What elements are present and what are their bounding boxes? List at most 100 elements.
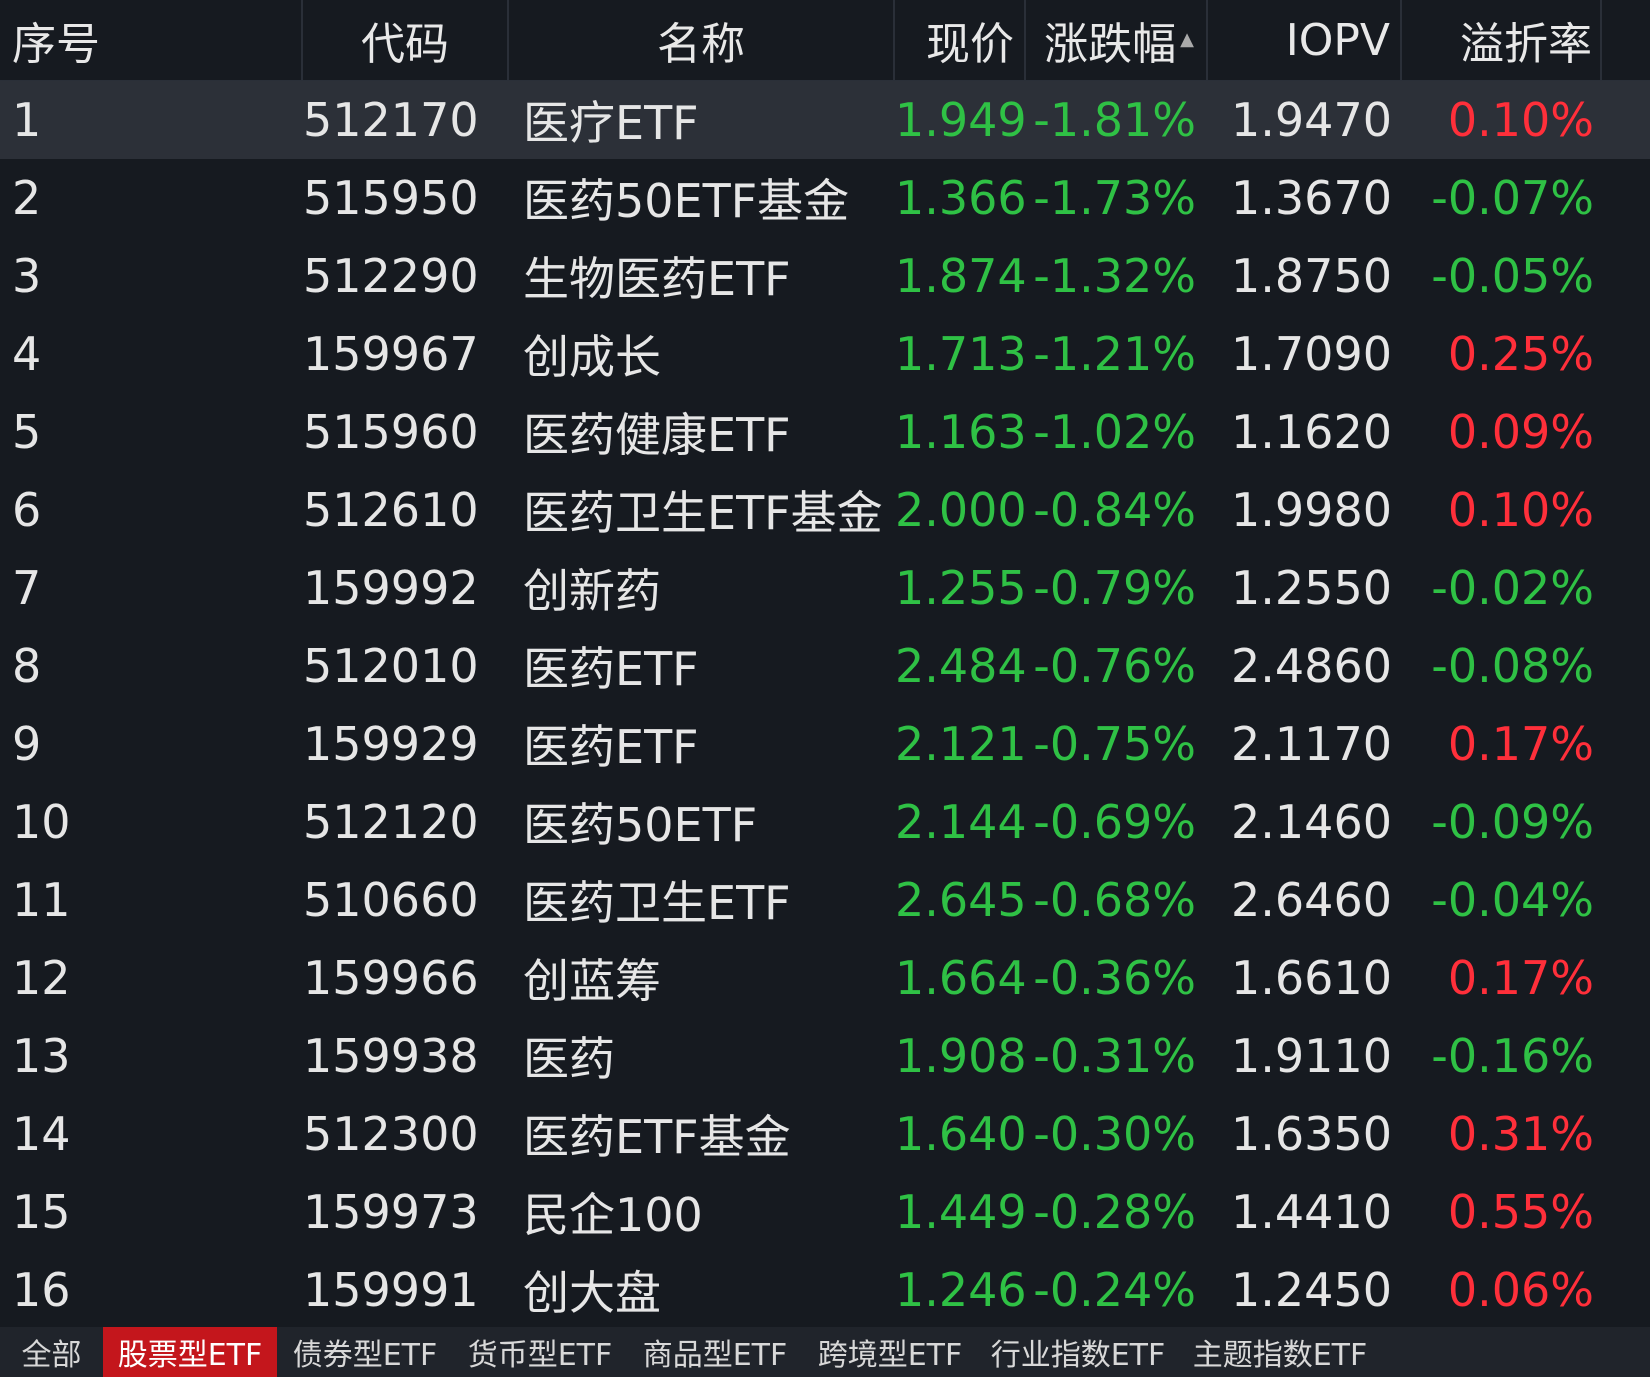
cell-change: -0.31% — [1033, 1029, 1196, 1083]
cell-index: 3 — [12, 249, 42, 303]
tab-4[interactable]: 商品型ETF — [627, 1327, 803, 1377]
cell-code: 512610 — [303, 483, 479, 537]
table-row[interactable]: 11 510660 医药卫生ETF 2.645 -0.68% 2.6460 -0.04% — [0, 861, 1650, 939]
cell-name: 医药卫生ETF基金 — [523, 486, 883, 540]
cell-code: 510660 — [303, 873, 479, 927]
cell-index: 2 — [12, 171, 42, 225]
cell-index: 4 — [12, 327, 42, 381]
cell-price: 1.874 — [895, 249, 1027, 303]
tab-3[interactable]: 货币型ETF — [453, 1327, 627, 1377]
table-row[interactable]: 8 512010 医药ETF 2.484 -0.76% 2.4860 -0.08% — [0, 627, 1650, 705]
tab-7[interactable]: 主题指数ETF — [1179, 1327, 1381, 1377]
cell-index: 7 — [12, 561, 42, 615]
cell-premium: -0.02% — [1431, 561, 1594, 615]
cell-iopv: 1.2550 — [1231, 561, 1392, 615]
cell-price: 1.664 — [895, 951, 1027, 1005]
table-row[interactable]: 2 515950 医药50ETF基金 1.366 -1.73% 1.3670 -0.07% — [0, 159, 1650, 237]
cell-index: 9 — [12, 717, 42, 771]
cell-premium: 0.17% — [1447, 951, 1594, 1005]
cell-change: -1.32% — [1033, 249, 1196, 303]
cell-premium: 0.10% — [1447, 93, 1594, 147]
column-header-name[interactable]: 名称 — [509, 0, 895, 80]
column-header-code[interactable]: 代码 — [303, 0, 509, 80]
column-header-index[interactable]: 序号 — [0, 0, 303, 80]
cell-index: 5 — [12, 405, 42, 459]
cell-price: 2.645 — [895, 873, 1027, 927]
cell-premium: 0.10% — [1447, 483, 1594, 537]
column-header-premium[interactable]: 溢折率 — [1402, 0, 1602, 80]
cell-name: 创蓝筹 — [523, 954, 661, 1008]
table-row[interactable]: 6 512610 医药卫生ETF基金 2.000 -0.84% 1.9980 0.10% — [0, 471, 1650, 549]
cell-price: 1.640 — [895, 1107, 1027, 1161]
cell-change: -0.69% — [1033, 795, 1196, 849]
table-row[interactable]: 12 159966 创蓝筹 1.664 -0.36% 1.6610 0.17% — [0, 939, 1650, 1017]
cell-price: 1.449 — [895, 1185, 1027, 1239]
sort-up-icon: ▲ — [1180, 29, 1194, 50]
cell-iopv: 2.6460 — [1231, 873, 1392, 927]
cell-name: 生物医药ETF — [523, 252, 791, 306]
cell-change: -0.75% — [1033, 717, 1196, 771]
cell-premium: -0.04% — [1431, 873, 1594, 927]
cell-premium: -0.09% — [1431, 795, 1594, 849]
table-header: 序号 代码 名称 现价 涨跌幅 ▲ IOPV 溢折率 — [0, 0, 1650, 81]
cell-code: 159973 — [303, 1185, 479, 1239]
cell-name: 创成长 — [523, 330, 661, 384]
table-row[interactable]: 7 159992 创新药 1.255 -0.79% 1.2550 -0.02% — [0, 549, 1650, 627]
cell-code: 515960 — [303, 405, 479, 459]
table-row[interactable]: 3 512290 生物医药ETF 1.874 -1.32% 1.8750 -0.05% — [0, 237, 1650, 315]
cell-index: 13 — [12, 1029, 71, 1083]
cell-premium: 0.09% — [1447, 405, 1594, 459]
cell-iopv: 1.2450 — [1231, 1263, 1392, 1317]
cell-iopv: 1.3670 — [1231, 171, 1392, 225]
cell-price: 1.949 — [895, 93, 1027, 147]
cell-price: 1.366 — [895, 171, 1027, 225]
tab-6[interactable]: 行业指数ETF — [977, 1327, 1179, 1377]
table-row[interactable]: 13 159938 医药 1.908 -0.31% 1.9110 -0.16% — [0, 1017, 1650, 1095]
tab-0[interactable]: 全部 — [0, 1327, 103, 1377]
cell-premium: 0.31% — [1447, 1107, 1594, 1161]
table-row[interactable]: 5 515960 医药健康ETF 1.163 -1.02% 1.1620 0.09% — [0, 393, 1650, 471]
cell-name: 医疗ETF — [523, 96, 699, 150]
table-row[interactable]: 9 159929 医药ETF 2.121 -0.75% 2.1170 0.17% — [0, 705, 1650, 783]
cell-premium: -0.07% — [1431, 171, 1594, 225]
cell-index: 16 — [12, 1263, 71, 1317]
table-row[interactable]: 10 512120 医药50ETF 2.144 -0.69% 2.1460 -0.09% — [0, 783, 1650, 861]
cell-premium: 0.55% — [1447, 1185, 1594, 1239]
cell-change: -1.02% — [1033, 405, 1196, 459]
cell-name: 医药 — [523, 1032, 615, 1086]
cell-name: 医药ETF — [523, 720, 699, 774]
cell-change: -0.30% — [1033, 1107, 1196, 1161]
table-row[interactable]: 16 159991 创大盘 1.246 -0.24% 1.2450 0.06% — [0, 1251, 1650, 1329]
cell-code: 159967 — [303, 327, 479, 381]
cell-name: 民企100 — [523, 1188, 703, 1242]
cell-price: 1.163 — [895, 405, 1027, 459]
category-tab-bar: 全部 股票型ETF 债券型ETF 货币型ETF 商品型ETF 跨境型ETF 行业指数ETF 主… — [0, 1327, 1650, 1377]
tab-5[interactable]: 跨境型ETF — [803, 1327, 977, 1377]
cell-iopv: 1.6610 — [1231, 951, 1392, 1005]
cell-price: 2.144 — [895, 795, 1027, 849]
tab-1[interactable]: 股票型ETF — [103, 1327, 277, 1377]
cell-name: 医药ETF — [523, 642, 699, 696]
cell-code: 512010 — [303, 639, 479, 693]
cell-price: 1.246 — [895, 1263, 1027, 1317]
cell-index: 11 — [12, 873, 71, 927]
cell-name: 创新药 — [523, 564, 661, 618]
cell-iopv: 2.4860 — [1231, 639, 1392, 693]
tab-2[interactable]: 债券型ETF — [277, 1327, 453, 1377]
table-row[interactable]: 1 512170 医疗ETF 1.949 -1.81% 1.9470 0.10% — [0, 81, 1650, 159]
cell-name: 医药卫生ETF — [523, 876, 791, 930]
column-header-price[interactable]: 现价 — [895, 0, 1026, 80]
table-row[interactable]: 14 512300 医药ETF基金 1.640 -0.30% 1.6350 0.31% — [0, 1095, 1650, 1173]
table-row[interactable]: 4 159967 创成长 1.713 -1.21% 1.7090 0.25% — [0, 315, 1650, 393]
column-header-change-label: 涨跌幅 — [1044, 19, 1177, 70]
table-row[interactable]: 15 159973 民企100 1.449 -0.28% 1.4410 0.55% — [0, 1173, 1650, 1251]
column-header-iopv[interactable]: IOPV — [1208, 0, 1402, 80]
column-header-change[interactable]: 涨跌幅 ▲ — [1026, 0, 1208, 80]
cell-code: 159991 — [303, 1263, 479, 1317]
cell-premium: 0.06% — [1447, 1263, 1594, 1317]
cell-index: 8 — [12, 639, 42, 693]
cell-code: 159992 — [303, 561, 479, 615]
cell-code: 515950 — [303, 171, 479, 225]
cell-code: 512290 — [303, 249, 479, 303]
cell-code: 159929 — [303, 717, 479, 771]
